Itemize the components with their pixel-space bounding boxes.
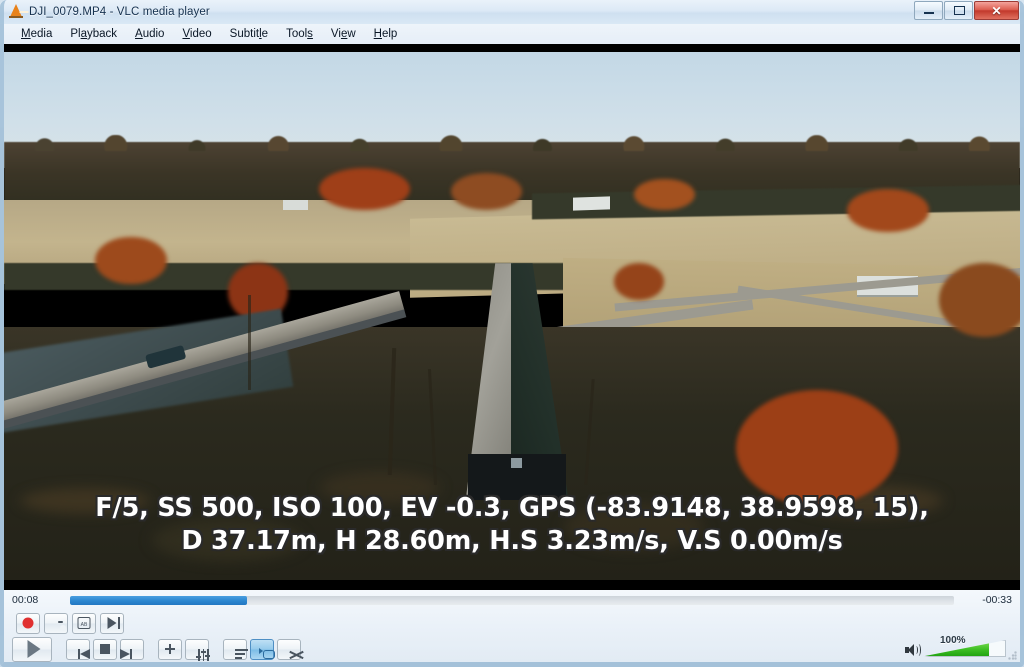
seek-bar[interactable] (70, 595, 954, 605)
next-button[interactable] (120, 638, 144, 660)
frame-by-frame-button[interactable] (100, 612, 124, 634)
speaker-icon[interactable] (904, 642, 921, 658)
menu-media[interactable]: Media (12, 26, 61, 42)
foliage-right-upper (847, 189, 929, 232)
osd-metadata-overlay: F/5, SS 500, ISO 100, EV -0.3, GPS (-83.… (95, 493, 929, 556)
seek-bar-fill (70, 595, 247, 605)
record-icon (22, 617, 34, 629)
control-bar: 00:08 -00:33 AB 100% (4, 590, 1020, 662)
title-bar: DJI_0079.MP4 - VLC media player ✕ (0, 0, 1024, 24)
frame-step-icon (107, 617, 117, 629)
volume-slider[interactable]: 100% (924, 635, 1006, 658)
secondary-button-row: AB (4, 610, 1020, 636)
playlist-group (223, 638, 304, 660)
letterbox-bottom (4, 580, 1020, 590)
ab-loop-button[interactable]: AB (72, 612, 96, 634)
video-surface[interactable]: F/5, SS 500, ISO 100, EV -0.3, GPS (-83.… (4, 44, 1020, 590)
video-frame: F/5, SS 500, ISO 100, EV -0.3, GPS (-83.… (4, 52, 1020, 580)
menu-view[interactable]: View (322, 26, 365, 42)
maximize-button[interactable] (944, 1, 973, 20)
volume-area: 100% (904, 635, 1006, 658)
transport-button-row: 100% (4, 635, 1020, 662)
utility-pole (247, 294, 251, 390)
menu-subtitle[interactable]: Subtitle (221, 26, 277, 42)
menu-video[interactable]: Video (173, 26, 220, 42)
stop-button[interactable] (93, 638, 117, 660)
menu-playback[interactable]: Playback (61, 26, 126, 42)
farm-building-1 (572, 196, 610, 211)
foliage-big-orange-tree (735, 389, 899, 507)
play-icon (27, 640, 41, 658)
farm-building-2 (283, 199, 308, 211)
play-button[interactable] (12, 636, 52, 662)
covered-bridge (466, 263, 568, 501)
stop-icon (100, 644, 110, 654)
record-button[interactable] (16, 612, 40, 634)
close-icon: ✕ (991, 3, 1002, 18)
foliage-center (613, 263, 665, 301)
letterbox-top (4, 44, 1020, 52)
vlc-window: DJI_0079.MP4 - VLC media player ✕ Media … (0, 0, 1024, 667)
fullscreen-button[interactable] (158, 638, 182, 660)
snapshot-button[interactable] (44, 612, 68, 634)
resize-grip[interactable] (1008, 651, 1017, 660)
window-buttons: ✕ (914, 1, 1019, 20)
ab-loop-icon: AB (77, 617, 91, 629)
shuffle-button[interactable] (277, 638, 304, 660)
close-button[interactable]: ✕ (974, 1, 1019, 20)
covered-bridge-gable-window (510, 458, 523, 468)
window-title: DJI_0079.MP4 - VLC media player (29, 6, 210, 18)
view-group (158, 638, 211, 661)
minimize-button[interactable] (914, 1, 943, 20)
foliage-left-1 (95, 236, 167, 285)
loop-button[interactable] (250, 638, 275, 660)
vlc-cone-icon (6, 3, 29, 21)
seek-row: 00:08 -00:33 (4, 590, 1020, 610)
menu-help[interactable]: Help (365, 26, 407, 42)
previous-button[interactable] (66, 638, 90, 660)
skip-group (66, 638, 144, 660)
playlist-button[interactable] (223, 638, 248, 660)
remaining-time: -00:33 (982, 594, 1012, 606)
menu-bar: Media Playback Audio Video Subtitle Tool… (4, 24, 1020, 44)
menu-audio[interactable]: Audio (126, 26, 173, 42)
elapsed-time: 00:08 (12, 594, 39, 606)
foliage-right-top (633, 178, 695, 211)
menu-tools[interactable]: Tools (277, 26, 322, 42)
volume-label: 100% (940, 635, 966, 646)
extended-settings-button[interactable] (185, 638, 211, 661)
